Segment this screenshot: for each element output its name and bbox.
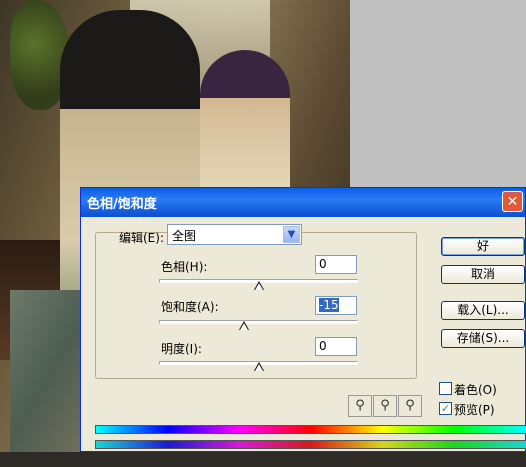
lightness-label: 明度(I): <box>161 342 202 356</box>
cancel-button[interactable]: 取消 <box>441 265 525 284</box>
hue-input[interactable]: 0 <box>315 255 357 274</box>
ok-button[interactable]: 好 <box>441 237 525 256</box>
edit-label: 编辑(E): <box>119 231 164 245</box>
eyedropper-minus-icon: ⚲ <box>405 398 415 413</box>
check-icon: ✓ <box>440 402 451 415</box>
eyedropper-plus-button[interactable]: ⚲ <box>373 395 397 417</box>
edit-select-value: 全图 <box>172 229 197 243</box>
close-button[interactable]: ✕ <box>502 191 523 212</box>
eyedropper-plus-icon: ⚲ <box>380 398 390 413</box>
saturation-input[interactable]: -15 <box>315 296 357 315</box>
preview-label: 预览(P) <box>454 403 495 417</box>
eyedropper-button[interactable]: ⚲ <box>348 395 372 417</box>
lightness-input[interactable]: 0 <box>315 337 357 356</box>
eyedropper-icon: ⚲ <box>355 398 365 413</box>
saturation-input-value: -15 <box>319 298 339 312</box>
dialog-title-bar[interactable]: 色相/饱和度 ✕ <box>81 188 525 217</box>
hue-label: 色相(H): <box>161 260 208 274</box>
save-button[interactable]: 存储(S)... <box>441 329 525 348</box>
preview-checkbox[interactable]: ✓ <box>439 402 452 415</box>
eyedropper-minus-button[interactable]: ⚲ <box>398 395 422 417</box>
chevron-down-icon[interactable]: ▼ <box>283 226 300 243</box>
saturation-slider[interactable] <box>159 320 358 324</box>
lightness-slider-thumb[interactable] <box>253 362 264 371</box>
output-hue-spectrum <box>95 440 526 449</box>
close-icon: ✕ <box>506 194 519 210</box>
canvas-bottom-edge <box>0 452 526 467</box>
adjustment-group <box>95 232 417 379</box>
dialog-title: 色相/饱和度 <box>87 197 157 212</box>
input-hue-spectrum <box>95 425 526 434</box>
load-button[interactable]: 载入(L)... <box>441 301 525 320</box>
saturation-label: 饱和度(A): <box>161 300 219 314</box>
colorize-label: 着色(O) <box>454 383 497 397</box>
person-image <box>200 50 290 210</box>
edit-select[interactable]: 全图 ▼ <box>167 224 302 245</box>
hue-saturation-dialog: 色相/饱和度 ✕ 编辑(E): 全图 ▼ 色相(H): 0 饱和度(A): -1… <box>80 187 526 452</box>
colorize-checkbox[interactable] <box>439 382 452 395</box>
hue-slider-thumb[interactable] <box>253 281 264 290</box>
saturation-slider-thumb[interactable] <box>238 321 249 330</box>
